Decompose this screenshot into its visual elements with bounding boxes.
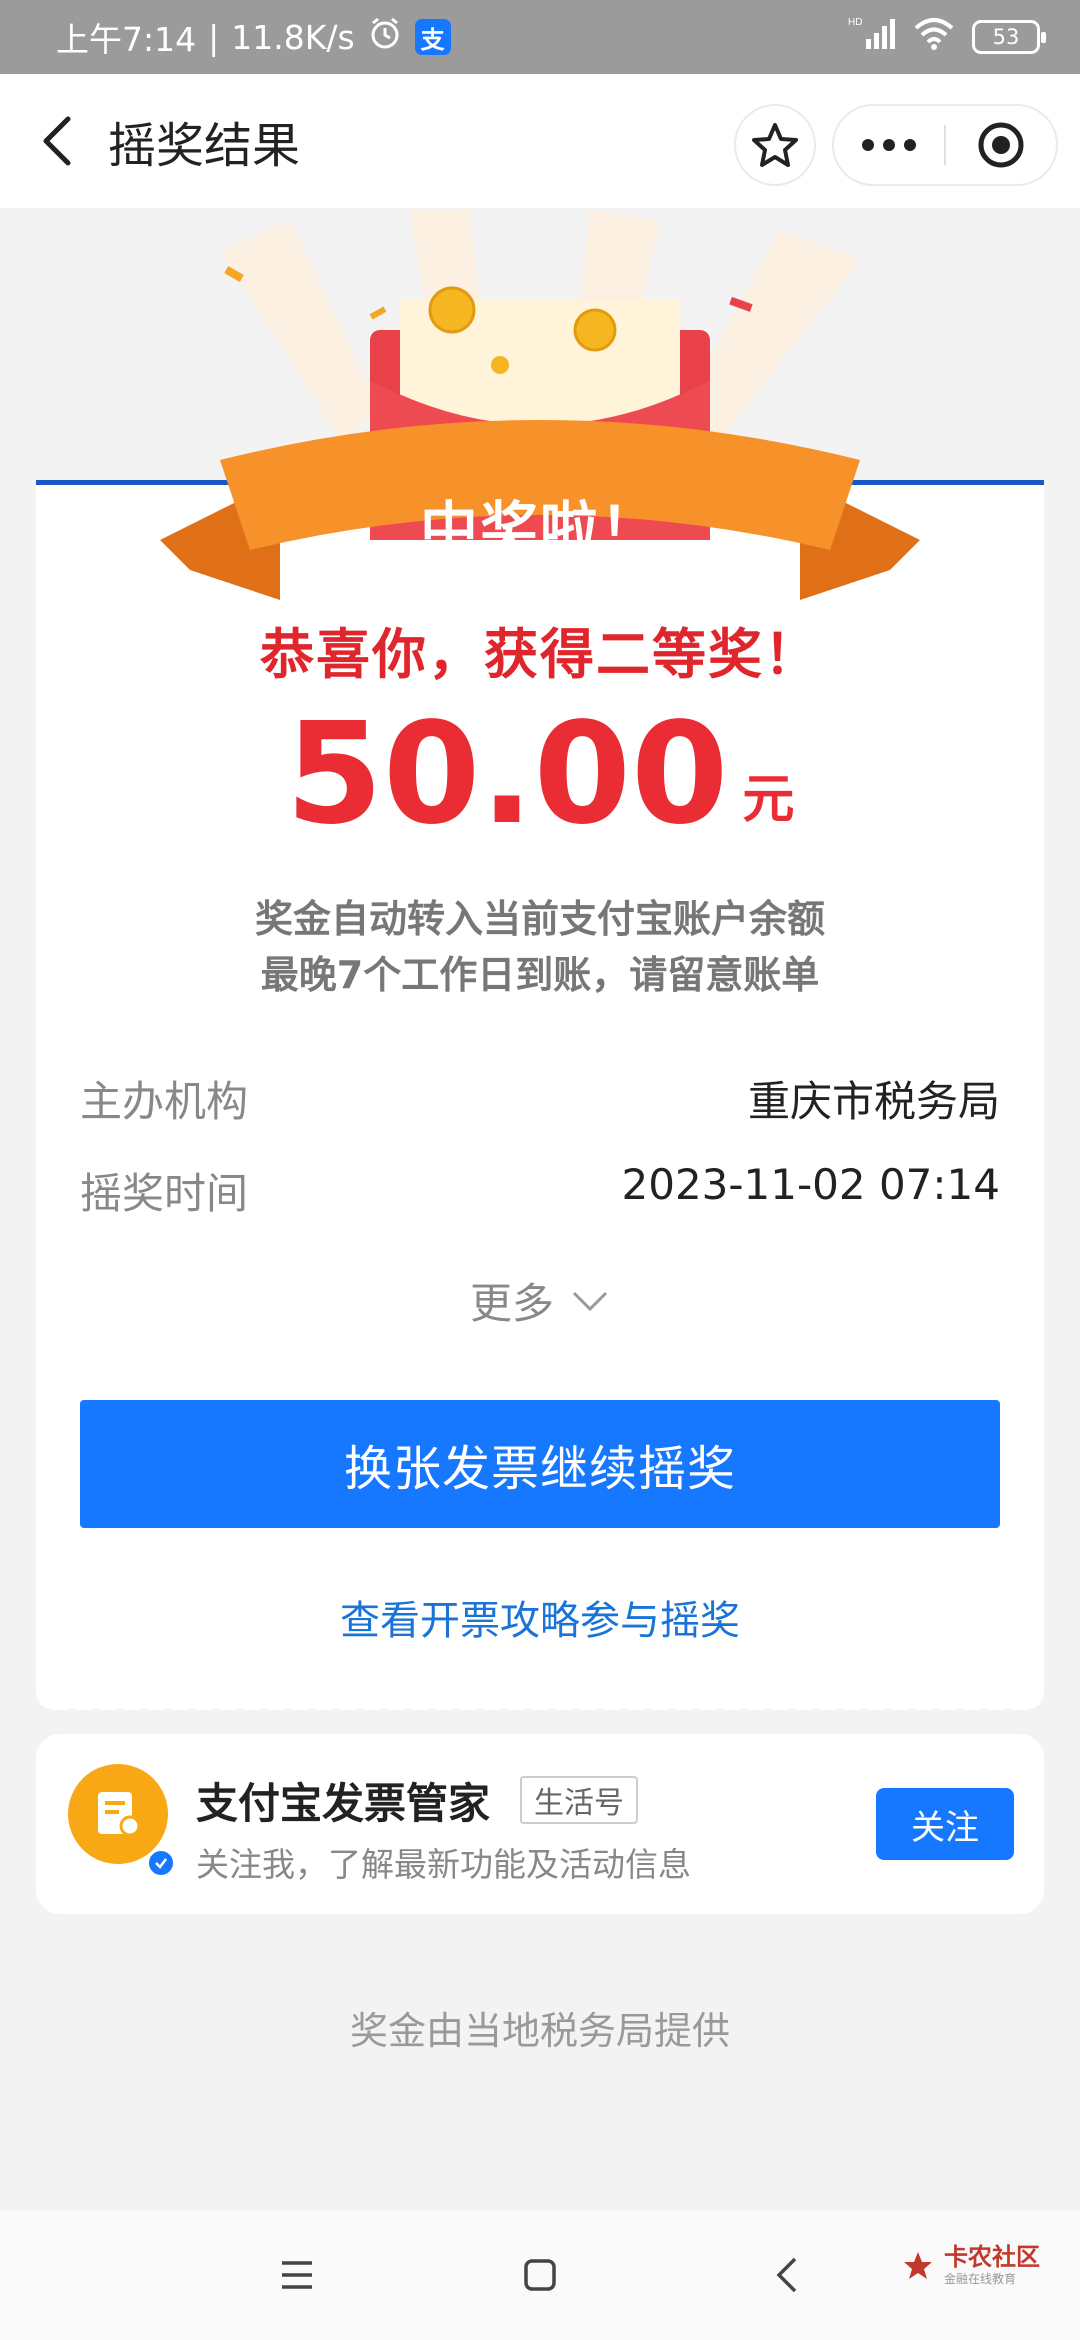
close-mini-program-button[interactable] <box>946 106 1056 184</box>
target-close-icon <box>978 122 1024 168</box>
draw-time-row: 摇奖时间 2023-11-02 07:14 <box>80 1160 1000 1221</box>
nav-bar: 摇奖结果 <box>0 74 1080 208</box>
draw-time-value: 2023-11-02 07:14 <box>621 1160 1000 1209</box>
prize-note-line2: 最晚7个工作日到账，请留意账单 <box>260 953 820 997</box>
chevron-down-icon <box>572 1291 608 1311</box>
account-description: 关注我，了解最新功能及活动信息 <box>196 1845 691 1884</box>
mini-program-capsule <box>832 104 1058 186</box>
menu-icon <box>282 2261 312 2289</box>
signal-icon: HD <box>848 15 896 59</box>
wifi-icon <box>914 16 954 58</box>
card-scallop-edge <box>36 1700 1044 1720</box>
invoice-guide-link[interactable]: 查看开票攻略参与摇奖 <box>0 1588 1080 1646</box>
watermark-text: 卡农社区 <box>944 2243 1040 2271</box>
home-square-icon <box>524 2259 556 2291</box>
watermark-subtext: 金融在线教育 <box>944 2272 1017 2286</box>
more-label: 更多 <box>469 1279 554 1328</box>
prize-amount: 50.00 <box>285 693 729 856</box>
status-bar: 上午7:14 | 11.8K/s 支 HD 53 <box>0 0 1080 74</box>
follow-button[interactable]: 关注 <box>876 1788 1014 1860</box>
back-triangle-icon <box>776 2257 797 2293</box>
watermark: 卡农社区 金融在线教育 <box>900 2244 1040 2287</box>
status-left: 上午7:14 | 11.8K/s 支 <box>56 13 451 61</box>
organizer-value: 重庆市税务局 <box>747 1077 1000 1126</box>
status-divider: | <box>208 17 220 57</box>
more-dots-icon <box>862 139 916 151</box>
watermark-logo-icon <box>904 2251 932 2279</box>
prize-amount-row: 50.00 元 <box>0 700 1080 850</box>
back-button[interactable] <box>28 111 88 171</box>
system-nav-bar: 卡农社区 金融在线教育 <box>0 2210 1080 2340</box>
organizer-label: 主办机构 <box>80 1077 249 1126</box>
watermark-text-block: 卡农社区 金融在线教育 <box>944 2244 1040 2287</box>
account-name[interactable]: 支付宝发票管家 <box>196 1770 490 1831</box>
page-title: 摇奖结果 <box>108 118 301 174</box>
organizer-row: 主办机构 重庆市税务局 <box>80 1068 1000 1129</box>
status-right: HD 53 <box>848 15 1046 59</box>
star-icon <box>752 123 798 167</box>
follow-card: 支付宝发票管家 生活号 关注我，了解最新功能及活动信息 关注 <box>36 1734 1044 1914</box>
menu-nav-button[interactable] <box>272 2250 322 2300</box>
status-time: 上午7:14 <box>56 20 197 59</box>
more-options-button[interactable] <box>834 106 944 184</box>
draw-time-label: 摇奖时间 <box>80 1169 249 1218</box>
redraw-button[interactable]: 换张发票继续摇奖 <box>80 1400 1000 1528</box>
footer-note: 奖金由当地税务局提供 <box>349 2009 730 2053</box>
alarm-icon <box>367 15 403 59</box>
hd-label: HD <box>848 17 862 28</box>
prize-unit: 元 <box>742 770 795 830</box>
congrats-text: 恭喜你，获得二等奖！ <box>260 623 820 686</box>
invoice-icon <box>98 1792 141 1837</box>
alipay-notification-icon: 支 <box>414 19 451 55</box>
account-type-tag: 生活号 <box>520 1776 638 1824</box>
home-nav-button[interactable] <box>515 2250 565 2300</box>
favorite-button[interactable] <box>734 104 816 186</box>
back-arrow-icon <box>43 116 71 166</box>
more-details-toggle[interactable]: 更多 <box>0 1270 1080 1331</box>
back-nav-button[interactable] <box>762 2250 812 2300</box>
status-speed: 11.8K/s <box>231 17 355 57</box>
verified-badge-icon <box>146 1848 176 1878</box>
battery-indicator: 53 <box>972 20 1046 54</box>
ribbon-title: 中奖啦！ <box>419 495 660 563</box>
prize-note-line1: 奖金自动转入当前支付宝账户余额 <box>254 897 825 941</box>
